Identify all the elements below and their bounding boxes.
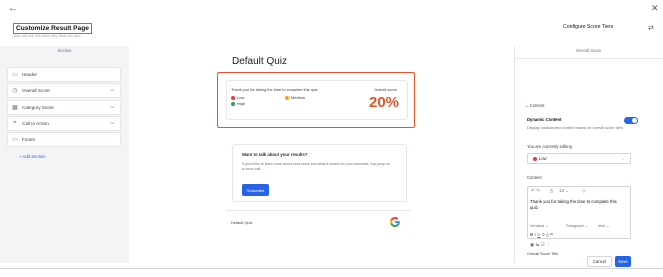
low-dot-icon — [533, 156, 537, 161]
cta-icon: ⌖ — [13, 120, 17, 126]
score-icon: ◷ — [12, 88, 18, 94]
high-dot-icon — [231, 101, 235, 106]
back-arrow-icon[interactable]: ← — [8, 3, 18, 14]
dynamic-content-label: Dynamic Content — [527, 117, 562, 122]
editing-label: You are currently editing — [527, 144, 573, 149]
save-button[interactable]: Save — [615, 256, 631, 267]
result-message: Thank you for taking the time to complet… — [231, 87, 319, 92]
footer-icon: ▭ — [12, 137, 18, 143]
legend-label: High — [237, 101, 246, 106]
settings-heading: Overall Score — [575, 48, 602, 53]
footer-quiz-name: Default Quiz — [231, 220, 253, 225]
content-section-toggle[interactable]: ⌄ Content — [525, 103, 544, 108]
legend-low: Low — [231, 95, 244, 100]
close-icon[interactable]: ✕ — [651, 3, 659, 14]
legend-medium: Medium — [285, 95, 305, 100]
footer-divider — [226, 210, 411, 211]
tier-select[interactable]: Low ⌄ — [527, 153, 631, 164]
dynamic-content-desc: Display customized content based on over… — [527, 125, 624, 130]
undo-redo-icon[interactable]: ↶ ↷ — [531, 188, 540, 194]
page-title: Customize Result Page — [13, 23, 92, 34]
medium-dot-icon — [285, 95, 289, 100]
overall-score-title-label: Overall Score Title — [527, 252, 559, 256]
subscribe-button[interactable]: Subscribe — [242, 184, 269, 196]
legend-high: High — [231, 101, 245, 106]
section-item-label: Header — [22, 72, 38, 77]
bottom-bar — [0, 268, 663, 277]
section-item-overall-score[interactable]: ◷ Overall Score ═ — [7, 83, 121, 98]
cta-title: Want to talk about your results? — [242, 152, 308, 157]
header-icon: ▭ — [12, 72, 18, 78]
section-item-label: Overall Score — [22, 88, 50, 93]
format-toolbar-icon[interactable]: B I U S A̲ ⌗ — [530, 232, 553, 237]
dynamic-content-toggle[interactable] — [624, 117, 638, 124]
drag-handle-icon[interactable]: ═ — [110, 88, 114, 94]
legend-label: Low — [237, 95, 245, 100]
section-item-label: Category Score — [22, 105, 54, 110]
section-heading: Section — [57, 48, 72, 53]
settings-divider — [514, 58, 663, 59]
cta-body: If you'd like to learn more about your s… — [242, 162, 391, 171]
top-bar — [0, 0, 663, 42]
overall-score-label: Overall score — [374, 87, 397, 92]
chevron-down-icon: ⌄ — [621, 156, 625, 161]
section-item-call-to-action[interactable]: ⌖ Call to Action ═ — [7, 116, 121, 131]
section-item-footer[interactable]: ▭ Footer — [7, 132, 121, 147]
section-item-label: Footer — [22, 137, 36, 142]
section-item-label: Call to Action — [22, 121, 49, 126]
editor-text[interactable]: Thank you for taking the time to complet… — [530, 199, 626, 211]
section-item-category-score[interactable]: ▦ Category Score ═ — [7, 100, 121, 115]
overall-score-value: 20% — [369, 94, 400, 111]
font-size-select[interactable]: 13 ⌄ — [559, 188, 569, 194]
color-select[interactable]: blue ⌄ — [598, 223, 609, 228]
configure-score-tiers-button[interactable]: Configure Score Tiers — [563, 24, 613, 30]
swap-icon[interactable]: ⇄ — [648, 24, 654, 32]
insert-toolbar-icon[interactable]: ▣ ⇆ ☰ ⋮ — [530, 242, 551, 248]
page-root: ← ✕ Customize Result Page Also will see … — [0, 0, 663, 277]
quiz-title: Default Quiz — [232, 56, 288, 67]
drag-handle-icon[interactable]: ═ — [110, 121, 114, 127]
category-icon: ▦ — [12, 105, 18, 111]
low-dot-icon — [231, 95, 235, 100]
google-logo-icon — [389, 216, 400, 228]
add-section-button[interactable]: + Add Section — [19, 154, 46, 159]
font-family-select[interactable]: Verdana ⌄ — [530, 223, 548, 228]
content-label: Content — [527, 175, 542, 180]
section-item-header[interactable]: ▭ Header — [7, 67, 121, 82]
drag-handle-icon[interactable]: ═ — [110, 105, 114, 111]
cancel-button[interactable]: Cancel — [587, 256, 612, 267]
paragraph-select[interactable]: Paragraph ⌄ — [566, 223, 588, 228]
tag-icon[interactable]: ◇ — [582, 188, 586, 194]
text-color-icon[interactable]: A̲ — [550, 188, 553, 193]
legend-label: Medium — [291, 95, 306, 100]
page-subtitle: Also will see this when they finish the … — [14, 34, 81, 38]
